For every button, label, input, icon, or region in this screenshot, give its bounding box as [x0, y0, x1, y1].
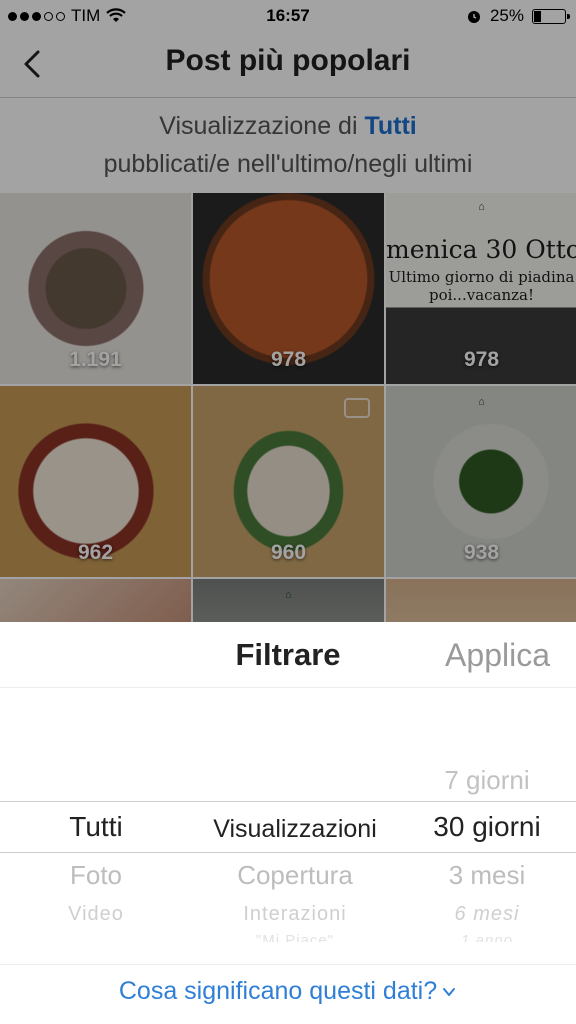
picker-column-type[interactable]: Tutti Foto Video: [0, 622, 192, 952]
picker-period-option[interactable]: 1 anno: [398, 932, 576, 942]
picker-metric-option[interactable]: Interazioni: [192, 903, 398, 926]
picker-metric-option[interactable]: "Mi Piace": [192, 932, 398, 942]
chevron-down-icon[interactable]: [441, 984, 457, 1000]
picker-type-option[interactable]: Video: [0, 903, 192, 926]
data-info-link[interactable]: Cosa significano questi dati?: [0, 977, 576, 1006]
picker-period-selected[interactable]: 30 giorni: [398, 811, 576, 843]
picker-column-metric[interactable]: Visualizzazioni Copertura Interazioni "M…: [192, 622, 398, 952]
picker-period-option[interactable]: 6 mesi: [398, 903, 576, 926]
filter-sheet-footer: Cosa significano questi dati?: [0, 964, 576, 1024]
picker-metric-selected[interactable]: Visualizzazioni: [192, 815, 398, 844]
picker-type-option[interactable]: Foto: [0, 860, 192, 891]
filter-sheet: Filtrare Applica Tutti Foto Video Visual…: [0, 622, 576, 1024]
modal-dim-overlay[interactable]: [0, 0, 576, 640]
data-info-link-label[interactable]: Cosa significano questi dati?: [119, 977, 437, 1005]
picker-period-option[interactable]: 7 giorni: [398, 765, 576, 796]
picker-period-option[interactable]: 3 mesi: [398, 860, 576, 891]
picker-type-selected[interactable]: Tutti: [0, 811, 192, 843]
picker-column-period[interactable]: 7 giorni 30 giorni 3 mesi 6 mesi 1 anno: [398, 622, 576, 952]
picker-metric-option[interactable]: Copertura: [192, 860, 398, 891]
background-screen: TIM 16:57 25% Post più popolari Visualiz…: [0, 0, 576, 640]
